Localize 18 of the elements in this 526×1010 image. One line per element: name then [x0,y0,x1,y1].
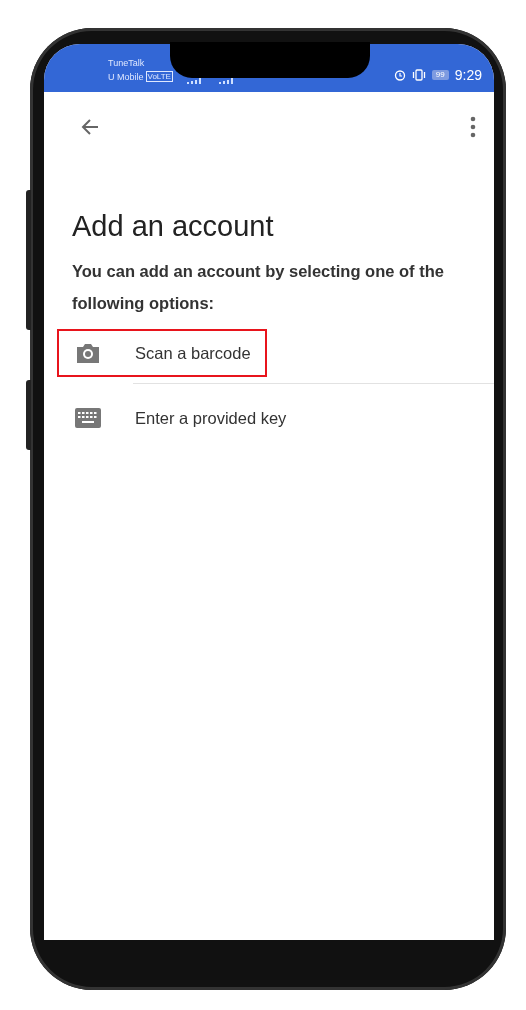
option-label: Enter a provided key [135,408,287,428]
page-title: Add an account [72,210,275,243]
vibrate-icon [411,69,426,81]
status-time: 9:29 [454,67,482,83]
signal-icon [186,78,203,84]
signal-icon [218,78,235,84]
battery-icon: 99 [431,70,449,80]
carrier-name: U Mobile [108,71,144,82]
option-label: Scan a barcode [135,343,251,363]
camera-icon [75,341,101,365]
network-badge: VoLTE [145,71,173,82]
description-text: You can add an account by selecting one of the following options: [72,261,445,314]
more-menu-icon[interactable] [470,116,476,138]
alarm-icon [393,69,406,81]
carrier-name: TuneTalk [108,58,146,68]
option-item[interactable]: Scan a barcode [57,329,267,377]
option-item[interactable]: Enter a provided key [57,394,303,442]
keyboard-icon [75,408,101,428]
